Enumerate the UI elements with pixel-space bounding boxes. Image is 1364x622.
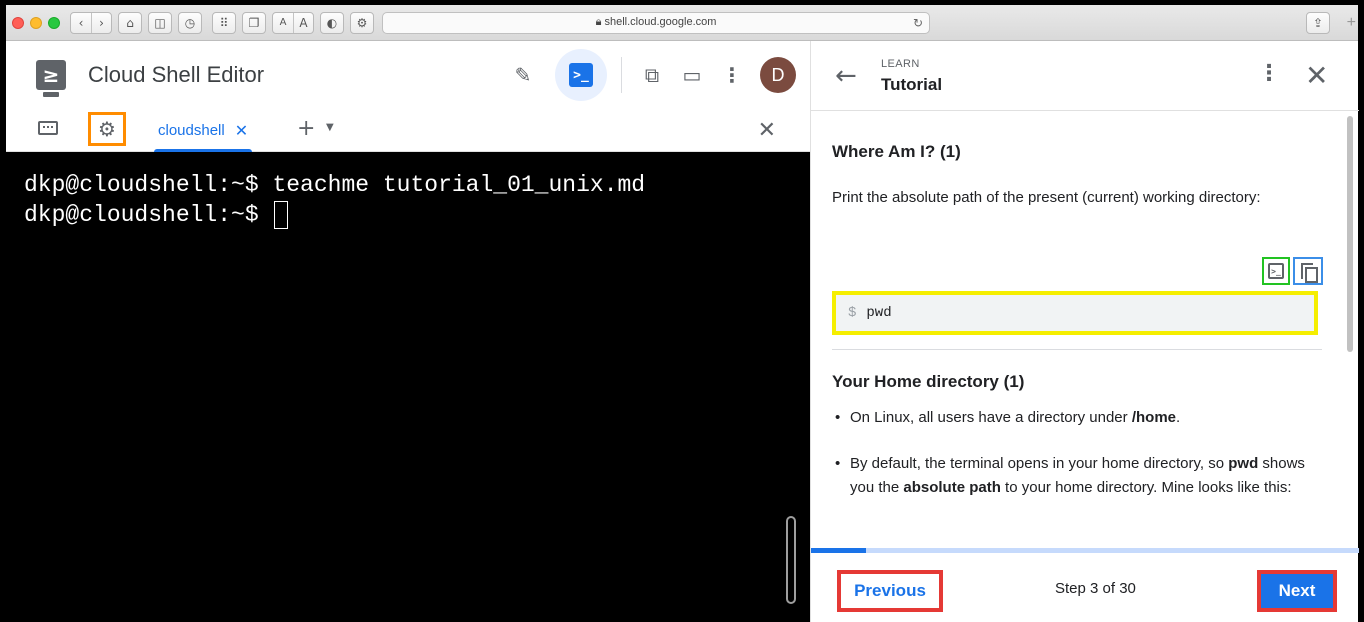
bullet-text: By default, the terminal opens in your h… [850, 455, 1229, 472]
tabs-overview-icon[interactable]: ❐ [242, 11, 266, 34]
section-label: LEARN [881, 58, 920, 70]
arrow-back-icon[interactable]: ← [835, 61, 857, 91]
sidebar-icon[interactable]: ◫ [148, 11, 172, 34]
text-larger-button[interactable]: A [293, 12, 313, 33]
tutorial-content: Where Am I? (1) Print the absolute path … [811, 112, 1359, 548]
header-actions: ✎ >_ ⧉ ▭ ⋮ D [503, 41, 810, 109]
terminal[interactable]: dkp@cloudshell:~$ teachme tutorial_01_un… [6, 152, 810, 622]
terminal-icon: >_ [569, 63, 593, 87]
app-title: Cloud Shell Editor [88, 62, 265, 87]
avatar[interactable]: D [760, 57, 796, 93]
window-controls [12, 16, 60, 29]
add-tab-icon[interactable]: + [297, 118, 315, 140]
privacy-shield-icon[interactable]: ◐ [320, 11, 344, 34]
code-prompt: $ [848, 305, 857, 321]
terminal-cursor [274, 201, 289, 229]
code-command: pwd [866, 305, 892, 321]
bullet-bold-text: pwd [1228, 455, 1259, 472]
editor-header: ≥ Cloud Shell Editor ✎ >_ ⧉ ▭ ⋮ D [6, 41, 810, 109]
reload-icon[interactable]: ↻ [913, 16, 923, 30]
list-item: By default, the terminal opens in your h… [832, 452, 1322, 500]
section-divider [832, 349, 1322, 350]
bullet-text-end: to your home directory. Mine looks like … [1000, 479, 1292, 496]
url-text: 🔒︎ shell.cloud.google.com [595, 16, 717, 28]
home-icon[interactable]: ⌂ [118, 11, 142, 34]
tutorial-header: ← LEARN Tutorial ⋮ ✕ [811, 41, 1359, 111]
tutorial-panel: ← LEARN Tutorial ⋮ ✕ Where Am I? (1) Pri… [810, 41, 1359, 622]
chevron-down-icon[interactable]: ▼ [326, 122, 334, 133]
code-actions: >_ [1262, 257, 1323, 285]
preview-icon[interactable]: ⧉ [632, 55, 672, 95]
tab-cloudshell[interactable]: cloudshell ✕ [154, 109, 253, 152]
terminal-prompt-text: dkp@cloudshell:~$ [24, 202, 273, 228]
bullet-bold-text-2: absolute path [903, 479, 1001, 496]
bullet-bold-text: /home [1131, 409, 1177, 426]
close-window-button[interactable] [12, 16, 24, 29]
terminal-scrollbar[interactable] [786, 516, 796, 604]
run-in-terminal-button[interactable]: >_ [1262, 257, 1290, 285]
content-scrollbar[interactable] [1345, 112, 1355, 352]
close-terminal-icon[interactable]: ✕ [758, 118, 776, 143]
terminal-tab-bar: ⚙ cloudshell ✕ + ▼ ✕ [6, 109, 810, 152]
step-counter: Step 3 of 30 [1055, 580, 1136, 597]
text-size-buttons: A A [272, 11, 314, 34]
terminal-line-prompt: dkp@cloudshell:~$ [24, 200, 810, 230]
section-heading: Your Home directory (1) [832, 372, 1025, 391]
open-terminal-button[interactable]: >_ [555, 49, 607, 101]
share-icon[interactable]: ⇪ [1306, 11, 1330, 34]
keyboard-icon[interactable] [38, 121, 58, 135]
zoom-window-button[interactable] [48, 16, 60, 29]
header-divider [621, 57, 622, 93]
pencil-icon[interactable]: ✎ [503, 55, 543, 95]
terminal-line: dkp@cloudshell:~$ teachme tutorial_01_un… [24, 172, 646, 198]
bullet-text: On Linux, all users have a directory und… [850, 409, 1132, 426]
terminal-settings-gear-icon[interactable]: ⚙ [88, 112, 126, 146]
run-in-terminal-icon: >_ [1268, 263, 1284, 279]
more-vert-icon[interactable]: ⋮ [1258, 61, 1280, 86]
forward-nav-icon[interactable]: › [91, 12, 111, 33]
step-heading: Where Am I? (1) [832, 142, 961, 161]
back-nav-icon[interactable]: ‹ [71, 13, 91, 33]
history-icon[interactable]: ◷ [178, 11, 202, 34]
browser-settings-icon[interactable]: ⚙ [350, 11, 374, 34]
close-icon[interactable]: ✕ [1305, 59, 1328, 92]
step-description: Print the absolute path of the present (… [832, 189, 1261, 206]
cloud-shell-logo-icon: ≥ [36, 60, 66, 97]
more-vert-icon[interactable]: ⋮ [712, 55, 752, 95]
new-tab-icon[interactable]: + [1347, 14, 1356, 32]
grid-icon[interactable]: ⠿ [212, 11, 236, 34]
tutorial-footer: Previous Step 3 of 30 Next [811, 553, 1359, 622]
tab-close-icon[interactable]: ✕ [235, 121, 248, 140]
copy-button[interactable] [1293, 257, 1323, 285]
tab-label: cloudshell [158, 122, 225, 139]
address-bar[interactable]: 🔒︎ shell.cloud.google.com ↻ [382, 11, 930, 34]
minimize-window-button[interactable] [30, 16, 42, 29]
next-button[interactable]: Next [1257, 570, 1337, 612]
bullet-text-end: . [1176, 409, 1181, 426]
layout-icon[interactable]: ▭ [672, 55, 712, 95]
scrollbar-thumb[interactable] [1347, 116, 1353, 352]
copy-icon-front [1305, 267, 1318, 283]
previous-button[interactable]: Previous [837, 570, 943, 612]
text-smaller-button[interactable]: A [273, 13, 293, 33]
tutorial-title: Tutorial [881, 75, 943, 94]
code-block[interactable]: $ pwd [832, 291, 1318, 335]
list-item: On Linux, all users have a directory und… [832, 406, 1322, 430]
nav-buttons: ‹ › [70, 11, 112, 34]
browser-toolbar: ‹ › ⌂ ◫ ◷ ⠿ ❐ A A ◐ ⚙ 🔒︎ shell.cloud.goo… [6, 5, 1358, 41]
